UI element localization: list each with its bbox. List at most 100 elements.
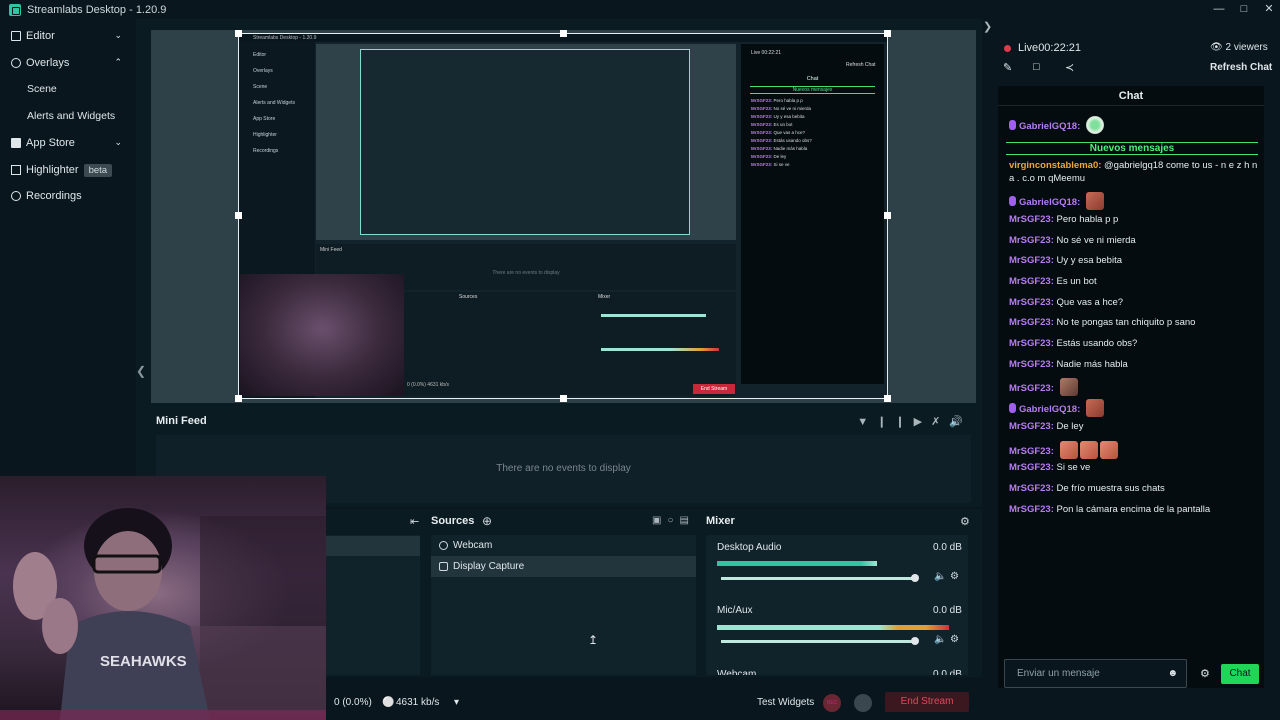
chat-message: MrSGF23: Es un bot	[1009, 276, 1097, 287]
svg-text:SEAHAWKS: SEAHAWKS	[100, 653, 187, 670]
mixer-channel-name: Webcam	[717, 669, 757, 675]
notification-icon[interactable]: ▾	[454, 697, 459, 708]
sidebar-item-editor[interactable]: Editor ⌄	[0, 23, 136, 49]
sidebar-subitem-scene[interactable]: Scene	[27, 83, 57, 95]
mixer-channel-db: 0.0 dB	[933, 542, 962, 553]
chat-message: GabrielGQ18:	[1009, 192, 1259, 210]
mini-feed-title: Mini Feed	[156, 415, 207, 427]
chat-message: MrSGF23: Que vas a hce?	[1009, 297, 1124, 308]
chat-input[interactable]: Enviar un mensaje ☻	[1004, 659, 1187, 688]
webcam-person-image: SEAHAWKS	[0, 508, 326, 720]
globe-icon: ⚪	[382, 697, 395, 708]
resize-handle[interactable]	[235, 30, 242, 37]
chat-message: MrSGF23: Nadie más habla	[1009, 359, 1128, 370]
moderator-badge-icon	[1009, 403, 1016, 413]
mixer-channel-name: Mic/Aux	[717, 605, 753, 616]
dropped-frames: 0 (0.0%)	[334, 697, 372, 708]
chat-message: GabrielGQ18:	[1009, 116, 1259, 134]
new-messages-divider: Nuevos mensajes	[1006, 142, 1258, 155]
resize-handle[interactable]	[235, 395, 242, 402]
mixer-channel-db: 0.0 dB	[933, 605, 962, 616]
resize-handle[interactable]	[235, 212, 242, 219]
source-tools-icons[interactable]: ▣○▤	[652, 515, 695, 526]
chat-message: MrSGF23: Pon la cámara encima de la pant…	[1009, 504, 1211, 515]
edit-icon[interactable]: ✎	[1003, 61, 1012, 74]
chat-send-button[interactable]: Chat	[1221, 664, 1259, 684]
emote-icon	[1059, 378, 1078, 396]
mini-feed-controls[interactable]: ▼❙❙▶✗🔊	[857, 415, 972, 428]
sidebar-item-overlays[interactable]: Overlays ⌃	[0, 50, 136, 76]
chevron-down-icon: ⌄	[114, 137, 122, 147]
collapse-right-icon[interactable]: ❯	[983, 20, 992, 33]
volume-slider-knob[interactable]	[911, 637, 919, 645]
mixer-channel-db: 0.0 dB	[933, 669, 962, 675]
share-icon[interactable]: ≺	[1065, 61, 1074, 74]
popout-icon[interactable]: □	[1033, 61, 1040, 73]
mixer-panel[interactable]: Desktop Audio 0.0 dB 🔈 ⚙ Mic/Aux 0.0 dB …	[706, 535, 968, 675]
selection-frame[interactable]	[238, 33, 888, 399]
record-button[interactable]: REC	[823, 694, 841, 712]
sidebar-item-label: Editor	[26, 30, 55, 42]
volume-slider[interactable]	[721, 640, 917, 643]
app-logo-icon	[9, 3, 21, 16]
chat-settings-icon[interactable]: ⚙	[1200, 667, 1210, 680]
scenes-list[interactable]	[324, 535, 420, 675]
sources-list[interactable]: Webcam Display Capture ↥	[431, 535, 696, 675]
mini-feed-empty: There are no events to display	[496, 463, 631, 474]
sidebar-item-label: App Store	[26, 137, 75, 149]
chat-message: MrSGF23: De ley	[1009, 421, 1084, 432]
sidebar-subitem-alerts-widgets[interactable]: Alerts and Widgets	[27, 110, 115, 122]
highlighter-icon	[11, 165, 21, 175]
webcam-icon	[439, 541, 448, 550]
sidebar-item-label: Highlighter	[26, 164, 79, 176]
chat-message: MrSGF23:	[1009, 378, 1259, 396]
chat-box: Chat GabrielGQ18: Nuevos mensajes virgin…	[998, 86, 1264, 688]
chat-message: MrSGF23: Si se ve	[1009, 462, 1091, 473]
sidebar-item-label: Overlays	[26, 57, 70, 69]
monitor-icon	[439, 562, 448, 571]
source-item-webcam[interactable]: Webcam	[431, 535, 696, 556]
collapse-left-icon[interactable]: ❮	[136, 364, 146, 378]
resize-handle[interactable]	[884, 212, 891, 219]
sources-title: Sources	[431, 515, 475, 527]
channel-settings-icon[interactable]: ⚙	[950, 571, 959, 582]
speaker-icon[interactable]: 🔈	[934, 571, 946, 582]
sidebar-item-highlighter[interactable]: Highlighter beta	[0, 157, 136, 183]
emote-icon	[1085, 116, 1104, 134]
volume-slider-knob[interactable]	[911, 574, 919, 582]
emote-icon	[1079, 441, 1098, 459]
chat-message: GabrielGQ18:	[1009, 399, 1259, 417]
test-widgets-button[interactable]: Test Widgets	[757, 697, 814, 708]
close-icon[interactable]: ✕	[1258, 0, 1280, 19]
add-source-icon[interactable]: ⊕	[482, 514, 492, 528]
resize-handle[interactable]	[884, 395, 891, 402]
emoji-icon[interactable]: ☻	[1167, 660, 1178, 687]
resize-handle[interactable]	[560, 395, 567, 402]
channel-settings-icon[interactable]: ⚙	[950, 634, 959, 645]
chevron-down-icon: ⌄	[114, 30, 122, 40]
sidebar-item-recordings[interactable]: Recordings	[0, 183, 136, 209]
resize-handle[interactable]	[884, 30, 891, 37]
source-item-display-capture[interactable]: Display Capture	[431, 556, 696, 577]
replay-buffer-button[interactable]	[854, 694, 872, 712]
scene-selected-item[interactable]	[324, 536, 420, 556]
scene-collapse-icon[interactable]: ⇤	[410, 515, 419, 528]
mixer-settings-icon[interactable]: ⚙	[960, 515, 970, 528]
volume-slider[interactable]	[721, 577, 917, 580]
chevron-up-icon: ⌃	[114, 57, 122, 67]
sidebar-item-app-store[interactable]: App Store ⌄	[0, 130, 136, 156]
minimize-icon[interactable]: —	[1208, 0, 1230, 19]
refresh-chat-button[interactable]: Refresh Chat	[1210, 62, 1272, 73]
editor-icon	[11, 31, 21, 41]
chat-title: Chat	[998, 86, 1264, 106]
chat-message: MrSGF23: No sé ve ni mierda	[1009, 235, 1136, 246]
app-store-icon	[11, 138, 21, 148]
resize-handle[interactable]	[560, 30, 567, 37]
chat-message: MrSGF23: No te pongas tan chiquito p san…	[1009, 317, 1196, 328]
speaker-icon[interactable]: 🔈	[934, 634, 946, 645]
maximize-icon[interactable]: □	[1233, 0, 1255, 19]
chat-message: MrSGF23: Pero habla p p	[1009, 214, 1119, 225]
end-stream-button[interactable]: End Stream	[885, 692, 969, 712]
live-indicator-icon	[1004, 45, 1011, 52]
chat-message: MrSGF23: Estás usando obs?	[1009, 338, 1138, 349]
